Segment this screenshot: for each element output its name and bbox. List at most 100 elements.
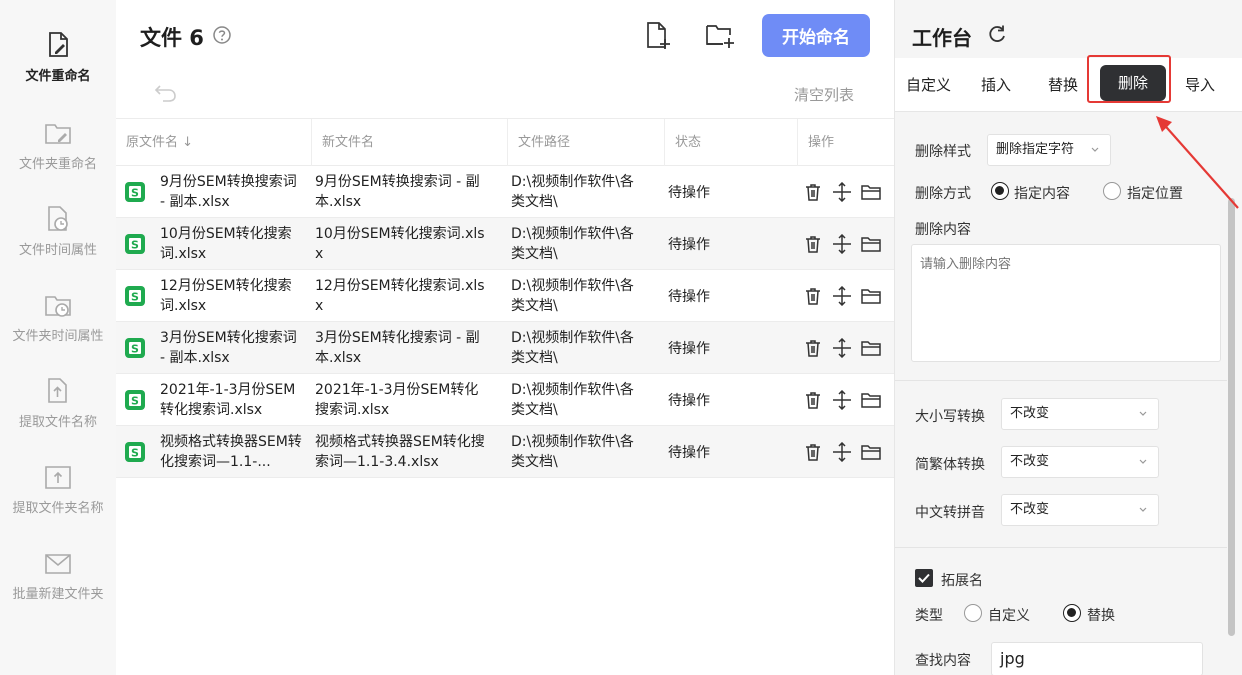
start-rename-button[interactable]: 开始命名 (762, 14, 870, 57)
delete-style-select[interactable]: 删除指定字符 (987, 134, 1111, 166)
tab-insert[interactable]: 插入 (981, 72, 1011, 98)
status-cell: 待操作 (668, 289, 710, 305)
file-export-icon (48, 378, 67, 403)
excel-file-icon: S (125, 182, 145, 202)
open-folder-icon[interactable] (861, 182, 881, 202)
add-folder-icon[interactable] (705, 20, 735, 50)
path-cell: D:\视频制作软件\各类文档\ (511, 434, 634, 470)
open-folder-icon[interactable] (861, 338, 881, 358)
main-panel: 文件 6 开始命名 清空列表 原文件名 ↓ 新文件名 文件路径 状态 操作 S … (116, 0, 894, 675)
traditional-simplified-value: 不改变 (1010, 454, 1050, 469)
delete-icon[interactable] (803, 234, 823, 254)
extension-checkbox[interactable] (915, 569, 933, 587)
table-row[interactable]: S 2021年-1-3月份SEM转化搜索词.xlsx 2021年-1-3月份SE… (116, 374, 894, 426)
sidebar-item-file-time[interactable]: 文件时间属性 (0, 204, 116, 284)
sidebar-item-label: 文件时间属性 (18, 243, 97, 258)
delete-icon[interactable] (803, 286, 823, 306)
move-icon[interactable] (832, 234, 852, 254)
delete-icon[interactable] (803, 182, 823, 202)
move-icon[interactable] (832, 442, 852, 462)
open-folder-icon[interactable] (861, 390, 881, 410)
sidebar-item-folder-rename[interactable]: 文件夹重命名 (0, 118, 116, 198)
svg-text:S: S (131, 291, 139, 304)
chevron-down-icon (1139, 459, 1147, 464)
sidebar-item-extract-folder[interactable]: 提取文件夹名称 (0, 462, 116, 542)
check-icon (918, 573, 930, 583)
table-row[interactable]: S 10月份SEM转化搜索词.xlsx 10月份SEM转化搜索词.xlsx D:… (116, 218, 894, 270)
open-folder-icon[interactable] (861, 234, 881, 254)
case-conversion-value: 不改变 (1010, 406, 1050, 421)
open-folder-icon[interactable] (861, 286, 881, 306)
divider (895, 380, 1227, 381)
table-row[interactable]: S 9月份SEM转换搜索词 - 副本.xlsx 9月份SEM转换搜索词 - 副本… (116, 166, 894, 218)
delete-style-label: 删除样式 (915, 144, 971, 160)
find-content-label: 查找内容 (915, 653, 971, 669)
traditional-simplified-label: 简繁体转换 (915, 457, 985, 473)
sidebar-item-label: 提取文件名称 (18, 415, 97, 430)
table-row[interactable]: S 视频格式转换器SEM转化搜索词—1.1-... 视频格式转换器SEM转化搜索… (116, 426, 894, 478)
pinyin-select[interactable]: 不改变 (1001, 494, 1159, 526)
folder-edit-icon (45, 124, 71, 144)
svg-text:S: S (131, 395, 139, 408)
tab-import[interactable]: 导入 (1185, 72, 1215, 98)
scrollbar[interactable] (1228, 198, 1235, 636)
excel-file-icon: S (125, 286, 145, 306)
sidebar-item-file-rename[interactable]: 文件重命名 (0, 30, 116, 110)
excel-file-icon: S (125, 234, 145, 254)
traditional-simplified-select[interactable]: 不改变 (1001, 446, 1159, 478)
table-row[interactable]: S 12月份SEM转化搜索词.xlsx 12月份SEM转化搜索词.xlsx D:… (116, 270, 894, 322)
tab-custom[interactable]: 自定义 (906, 72, 951, 98)
svg-text:S: S (131, 187, 139, 200)
case-conversion-select[interactable]: 不改变 (1001, 398, 1159, 430)
delete-content-input[interactable] (911, 244, 1221, 362)
add-file-icon[interactable] (644, 20, 672, 50)
page-title: 文件 6 (140, 26, 204, 50)
svg-text:S: S (131, 447, 139, 460)
column-header-original-name[interactable]: 原文件名 ↓ (116, 119, 312, 167)
status-cell: 待操作 (668, 445, 710, 461)
column-header-status: 状态 (665, 119, 798, 167)
clear-list-button[interactable]: 清空列表 (794, 84, 854, 105)
delete-icon[interactable] (803, 390, 823, 410)
move-icon[interactable] (832, 182, 852, 202)
radio-specified-content[interactable] (991, 182, 1009, 200)
radio-type-replace[interactable] (1063, 604, 1081, 622)
sidebar-item-label: 文件重命名 (25, 69, 91, 84)
folder-clock-icon (45, 296, 71, 317)
open-folder-icon[interactable] (861, 442, 881, 462)
sidebar-item-folder-time[interactable]: 文件夹时间属性 (0, 290, 116, 370)
delete-mode-label: 删除方式 (915, 186, 971, 202)
chevron-down-icon (1139, 507, 1147, 512)
undo-icon[interactable] (154, 82, 178, 104)
original-name-cell: 视频格式转换器SEM转化搜索词—1.1-... (160, 434, 302, 470)
delete-icon[interactable] (803, 338, 823, 358)
move-icon[interactable] (832, 338, 852, 358)
annotation-arrow-icon (1156, 116, 1239, 209)
radio-type-custom[interactable] (964, 604, 982, 622)
workbench-tabs: 自定义 插入 替换 删除 导入 (895, 58, 1242, 112)
status-cell: 待操作 (668, 341, 710, 357)
excel-file-icon: S (125, 390, 145, 410)
excel-file-icon: S (125, 442, 145, 462)
find-content-input[interactable]: jpg (991, 642, 1203, 675)
sidebar-item-extract-file[interactable]: 提取文件名称 (0, 376, 116, 456)
tab-replace[interactable]: 替换 (1048, 72, 1078, 98)
chevron-down-icon (1139, 411, 1147, 416)
column-header-actions: 操作 (808, 135, 835, 150)
move-icon[interactable] (832, 286, 852, 306)
refresh-icon[interactable] (987, 24, 1007, 44)
extension-label: 拓展名 (941, 573, 983, 589)
move-icon[interactable] (832, 390, 852, 410)
chevron-down-icon (1091, 147, 1099, 152)
file-edit-icon (49, 32, 68, 57)
table-row[interactable]: S 3月份SEM转化搜索词 - 副本.xlsx 3月份SEM转化搜索词 - 副本… (116, 322, 894, 374)
case-conversion-label: 大小写转换 (915, 409, 985, 425)
sidebar-item-batch-folder[interactable]: 批量新建文件夹 (0, 548, 116, 628)
file-clock-icon (48, 206, 68, 231)
radio-specified-position[interactable] (1103, 182, 1121, 200)
delete-content-label: 删除内容 (915, 222, 971, 238)
help-icon[interactable] (212, 25, 232, 45)
delete-icon[interactable] (803, 442, 823, 462)
status-cell: 待操作 (668, 237, 710, 253)
svg-text:S: S (131, 343, 139, 356)
